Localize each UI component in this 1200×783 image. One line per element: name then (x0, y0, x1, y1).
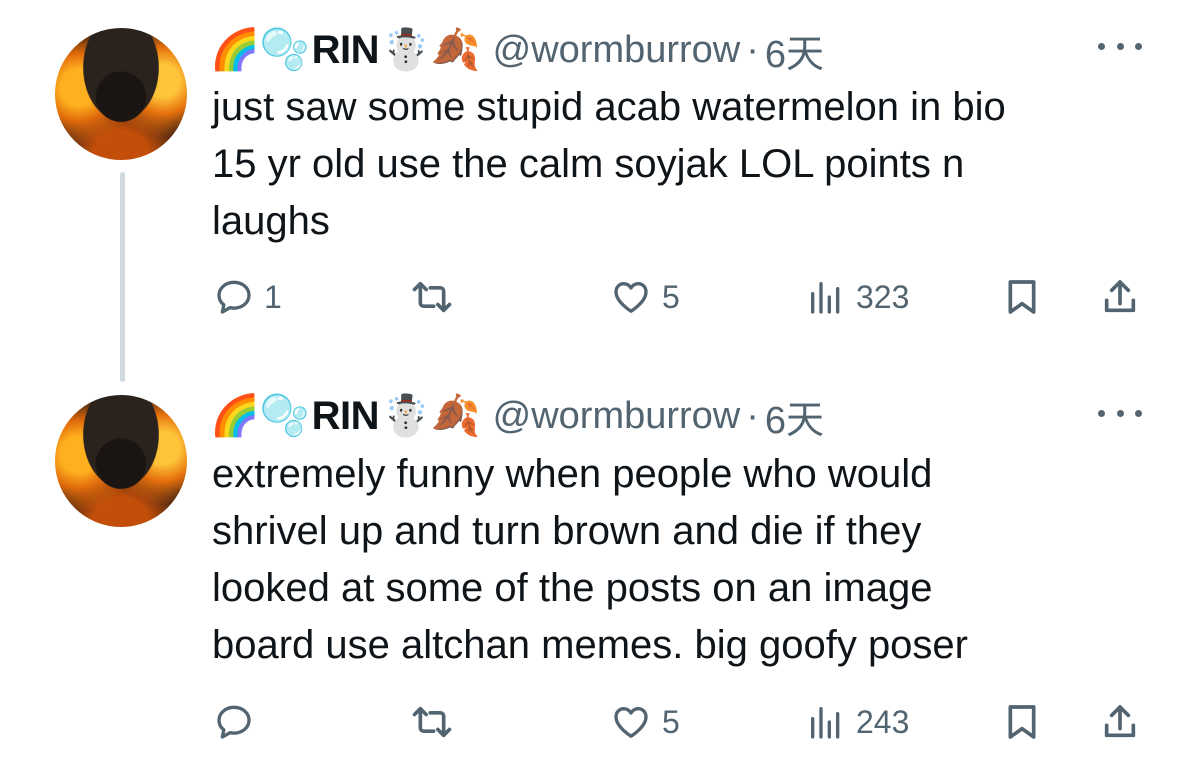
bubbles-emoji-icon: 🫧 (259, 394, 310, 438)
more-dot (1098, 42, 1105, 50)
views-count: 323 (856, 278, 910, 315)
tweet[interactable]: 🌈 🫧 RIN ☃️ 🍂 @wormburrow · 6天 just saw s… (0, 0, 1200, 370)
separator-dot: · (746, 394, 759, 437)
username-handle[interactable]: @wormburrow (493, 395, 741, 438)
tweet-text: extremely funny when people who would sh… (212, 452, 968, 667)
share-icon (1104, 280, 1136, 313)
like-count: 5 (662, 278, 680, 315)
retweet-icon (412, 281, 452, 313)
action-bar: 5 243 (212, 698, 1142, 746)
more-dot (1098, 409, 1105, 417)
username-handle[interactable]: @wormburrow (493, 29, 741, 72)
display-name[interactable]: RIN (312, 28, 380, 73)
tweet-header: 🌈 🫧 RIN ☃️ 🍂 @wormburrow · 6天 (210, 22, 824, 78)
snowman-emoji-icon: ☃️ (381, 394, 431, 438)
views-icon (811, 707, 840, 739)
display-name[interactable]: RIN (312, 394, 380, 439)
timestamp[interactable]: 6天 (765, 389, 824, 444)
avatar[interactable] (55, 28, 187, 160)
more-icon[interactable] (1098, 403, 1142, 423)
tweet[interactable]: 🌈 🫧 RIN ☃️ 🍂 @wormburrow · 6天 extremely … (0, 370, 1200, 783)
reply-button[interactable] (214, 698, 264, 746)
bookmark-button[interactable] (1002, 273, 1042, 321)
more-dot (1135, 409, 1142, 417)
timestamp[interactable]: 6天 (765, 23, 824, 78)
separator-dot: · (746, 28, 759, 71)
views-count: 243 (856, 703, 910, 740)
more-icon[interactable] (1098, 36, 1142, 56)
views-button[interactable]: 243 (806, 698, 909, 746)
fallen-leaf-emoji-icon: 🍂 (430, 394, 481, 438)
snowman-emoji-icon: ☃️ (381, 28, 431, 72)
like-icon (614, 707, 648, 738)
like-button[interactable]: 5 (610, 698, 680, 746)
fallen-leaf-emoji-icon: 🍂 (430, 28, 481, 72)
action-bar: 1 5 323 (212, 273, 1142, 321)
bubbles-emoji-icon: 🫧 (259, 28, 310, 72)
more-dot (1116, 42, 1124, 50)
like-button[interactable]: 5 (610, 273, 680, 321)
reply-count: 1 (264, 278, 282, 315)
share-button[interactable] (1100, 698, 1140, 746)
reply-button[interactable]: 1 (214, 273, 282, 321)
share-button[interactable] (1100, 273, 1140, 321)
tweet-text: just saw some stupid acab watermelon in … (212, 85, 1006, 243)
bookmark-icon (1008, 280, 1036, 314)
rainbow-emoji-icon: 🌈 (210, 28, 260, 72)
views-button[interactable]: 323 (806, 273, 909, 321)
retweet-icon (412, 706, 452, 738)
bookmark-button[interactable] (1002, 698, 1042, 746)
share-icon (1104, 705, 1136, 738)
more-dot (1116, 409, 1124, 417)
reply-icon (217, 705, 251, 739)
avatar[interactable] (55, 395, 187, 527)
more-dot (1135, 42, 1142, 50)
rainbow-emoji-icon: 🌈 (210, 394, 260, 438)
retweet-button[interactable] (410, 273, 464, 321)
like-icon (614, 282, 648, 313)
like-count: 5 (662, 703, 680, 740)
bookmark-icon (1008, 705, 1036, 739)
tweet-header: 🌈 🫧 RIN ☃️ 🍂 @wormburrow · 6天 (210, 388, 824, 444)
reply-icon (217, 280, 251, 314)
views-icon (811, 282, 840, 314)
retweet-button[interactable] (410, 698, 464, 746)
